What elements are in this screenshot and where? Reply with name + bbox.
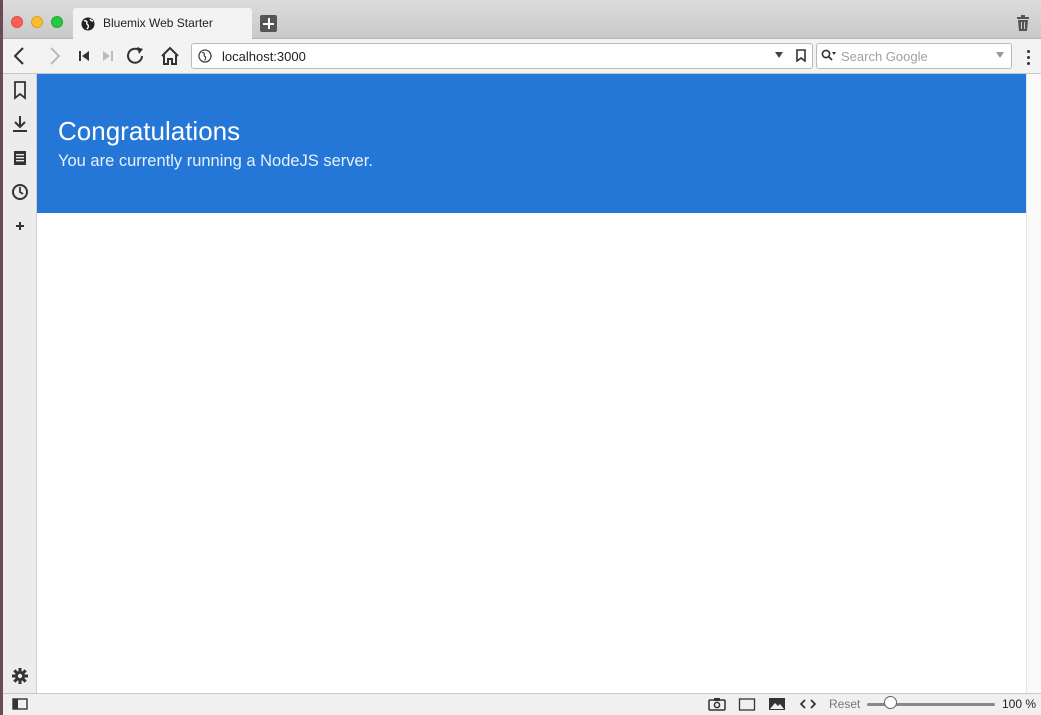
rewind-icon[interactable] xyxy=(73,46,95,66)
home-icon[interactable] xyxy=(159,46,181,66)
back-icon[interactable] xyxy=(9,46,31,66)
address-dropdown-icon[interactable] xyxy=(774,50,784,60)
zoom-slider-thumb[interactable] xyxy=(884,696,897,709)
page-content: Congratulations You are currently runnin… xyxy=(37,74,1026,693)
images-icon[interactable] xyxy=(768,697,786,711)
page-actions-icon[interactable] xyxy=(799,697,817,711)
settings-icon[interactable] xyxy=(10,666,30,686)
panel-toggle-icon[interactable] xyxy=(12,697,28,711)
bookmark-page-icon[interactable] xyxy=(796,49,806,62)
capture-icon[interactable] xyxy=(708,697,726,711)
add-panel-icon[interactable] xyxy=(10,216,30,236)
scrollbar[interactable] xyxy=(1026,74,1041,693)
tab-bluemix-web-starter[interactable]: Bluemix Web Starter xyxy=(73,8,252,39)
zoom-level: 100 % xyxy=(1002,697,1037,711)
zoom-reset-button[interactable]: Reset xyxy=(829,697,860,711)
reload-icon[interactable] xyxy=(125,46,147,66)
navigation-toolbar: localhost:3000 xyxy=(3,39,1041,74)
search-input[interactable] xyxy=(841,47,986,65)
page-subtitle: You are currently running a NodeJS serve… xyxy=(58,152,373,170)
search-dropdown-icon[interactable] xyxy=(995,50,1005,60)
new-tab-button[interactable] xyxy=(260,15,277,32)
download-icon[interactable] xyxy=(10,114,30,134)
hero-banner: Congratulations You are currently runnin… xyxy=(37,74,1026,213)
fast-forward-icon[interactable] xyxy=(97,46,119,66)
notes-icon[interactable] xyxy=(10,148,30,168)
vivaldi-menu-icon[interactable] xyxy=(1023,47,1033,67)
tab-strip: Bluemix Web Starter xyxy=(3,0,1041,39)
status-bar: Reset 100 % xyxy=(3,693,1041,715)
search-box[interactable] xyxy=(816,43,1012,69)
side-panel xyxy=(3,74,37,693)
trash-icon[interactable] xyxy=(1016,15,1030,31)
forward-icon[interactable] xyxy=(43,46,65,66)
address-bar[interactable]: localhost:3000 xyxy=(191,43,813,69)
bookmark-icon[interactable] xyxy=(10,80,30,100)
minimize-window-button[interactable] xyxy=(31,16,43,28)
tiling-icon[interactable] xyxy=(738,697,756,711)
close-window-button[interactable] xyxy=(11,16,23,28)
page-title: Congratulations xyxy=(58,116,241,146)
search-engine-icon[interactable] xyxy=(821,49,837,62)
site-info-icon[interactable] xyxy=(198,49,212,63)
zoom-window-button[interactable] xyxy=(51,16,63,28)
history-icon[interactable] xyxy=(10,182,30,202)
url-text: localhost:3000 xyxy=(222,49,306,64)
globe-icon xyxy=(81,17,95,31)
tab-title: Bluemix Web Starter xyxy=(103,16,213,30)
browser-window: Bluemix Web Starter localhost:3000 Searc… xyxy=(3,0,1041,715)
